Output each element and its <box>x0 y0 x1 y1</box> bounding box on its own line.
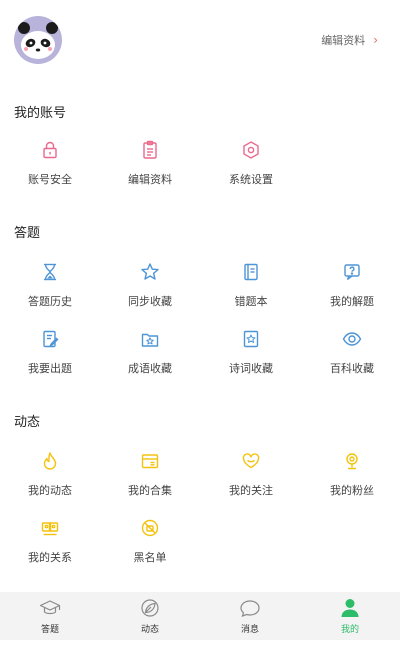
clipboard-icon <box>143 140 157 159</box>
collection-icon <box>141 454 159 469</box>
gear-hexagon-icon <box>243 141 259 159</box>
grid-item-label: 错题本 <box>234 295 268 308</box>
grid-item-label: 同步收藏 <box>128 295 172 308</box>
panda-avatar-icon <box>18 22 58 59</box>
block-icon <box>141 519 159 537</box>
grid-item-sync-favorites[interactable]: 同步收藏 <box>114 262 186 309</box>
eye-icon <box>342 332 362 346</box>
grid-item-answer-history[interactable]: 答题历史 <box>14 262 86 309</box>
grid-item-label: 我的解题 <box>330 295 374 308</box>
grid-item-create-question[interactable]: 我要出题 <box>14 329 86 376</box>
notebook-icon <box>244 263 258 281</box>
grid-item-account-security[interactable]: 账号安全 <box>14 140 86 187</box>
tab-label: 答题 <box>40 624 59 635</box>
pencil-doc-icon <box>43 330 59 348</box>
bottom-tab-bar: 答题 动态 消息 我的 <box>0 592 400 640</box>
edit-profile-label: 编辑资料 <box>321 34 366 47</box>
relationship-icon <box>41 522 59 536</box>
grid-item-edit-profile[interactable]: 编辑资料 <box>114 140 186 187</box>
avatar[interactable] <box>14 16 62 64</box>
grid-item-label: 我的关注 <box>229 484 273 497</box>
grid-item-my-following[interactable]: 我的关注 <box>215 451 287 498</box>
grid-item-label: 我的动态 <box>28 484 72 497</box>
grid-item-label: 我的合集 <box>128 484 172 497</box>
grid-item-my-collections[interactable]: 我的合集 <box>114 451 186 498</box>
edit-profile-link[interactable]: 编辑资料 › <box>321 32 378 48</box>
star-card-icon <box>243 330 259 348</box>
section-title-questions: 答题 <box>14 226 41 241</box>
grid-item-label: 编辑资料 <box>128 173 172 186</box>
grid-item-label: 诗词收藏 <box>229 362 273 375</box>
heart-icon <box>242 453 260 469</box>
grid-item-my-fans[interactable]: 我的粉丝 <box>316 451 388 498</box>
tab-label: 消息 <box>240 624 259 635</box>
tab-activity[interactable]: 动态 <box>100 592 200 640</box>
person-icon <box>341 598 359 617</box>
grid-item-label: 答题历史 <box>28 295 72 308</box>
tab-label: 动态 <box>140 624 159 635</box>
lock-icon <box>43 141 57 159</box>
grid-item-blacklist[interactable]: 黑名单 <box>114 518 186 565</box>
grid-item-my-solutions[interactable]: 我的解题 <box>316 262 388 309</box>
profile-header: 编辑资料 › <box>0 0 400 82</box>
graduation-cap-icon <box>39 599 61 614</box>
grid-item-label: 系统设置 <box>229 173 273 186</box>
grid-item-my-posts[interactable]: 我的动态 <box>14 451 86 498</box>
grid-item-my-relationships[interactable]: 我的关系 <box>14 518 86 565</box>
grid-item-idiom-favorites[interactable]: 成语收藏 <box>114 329 186 376</box>
tab-me[interactable]: 我的 <box>300 592 400 640</box>
fan-icon <box>346 453 358 470</box>
tab-label: 我的 <box>340 624 359 635</box>
question-chat-icon <box>344 264 360 281</box>
grid-item-encyclopedia-favorites[interactable]: 百科收藏 <box>316 329 388 376</box>
star-folder-icon <box>141 333 159 347</box>
grid-item-label: 黑名单 <box>133 551 167 564</box>
chevron-right-icon: › <box>373 33 378 47</box>
grid-item-label: 我要出题 <box>28 362 72 375</box>
section-title-activity: 动态 <box>14 415 41 430</box>
flame-icon <box>43 452 57 470</box>
grid-item-label: 账号安全 <box>28 173 72 186</box>
hourglass-icon <box>44 263 56 281</box>
grid-item-label: 百科收藏 <box>330 362 374 375</box>
grid-item-poetry-favorites[interactable]: 诗词收藏 <box>215 329 287 376</box>
grid-item-label: 成语收藏 <box>128 362 172 375</box>
grid-item-label: 我的关系 <box>28 551 72 564</box>
leaf-icon <box>141 598 159 617</box>
grid-item-mistake-book[interactable]: 错题本 <box>215 262 287 309</box>
star-icon <box>141 263 159 280</box>
tab-questions[interactable]: 答题 <box>0 592 100 640</box>
message-bubble-icon <box>240 599 260 617</box>
section-title-account: 我的账号 <box>14 106 67 121</box>
tab-messages[interactable]: 消息 <box>200 592 300 640</box>
grid-item-system-settings[interactable]: 系统设置 <box>215 140 287 187</box>
grid-item-label: 我的粉丝 <box>330 484 374 497</box>
